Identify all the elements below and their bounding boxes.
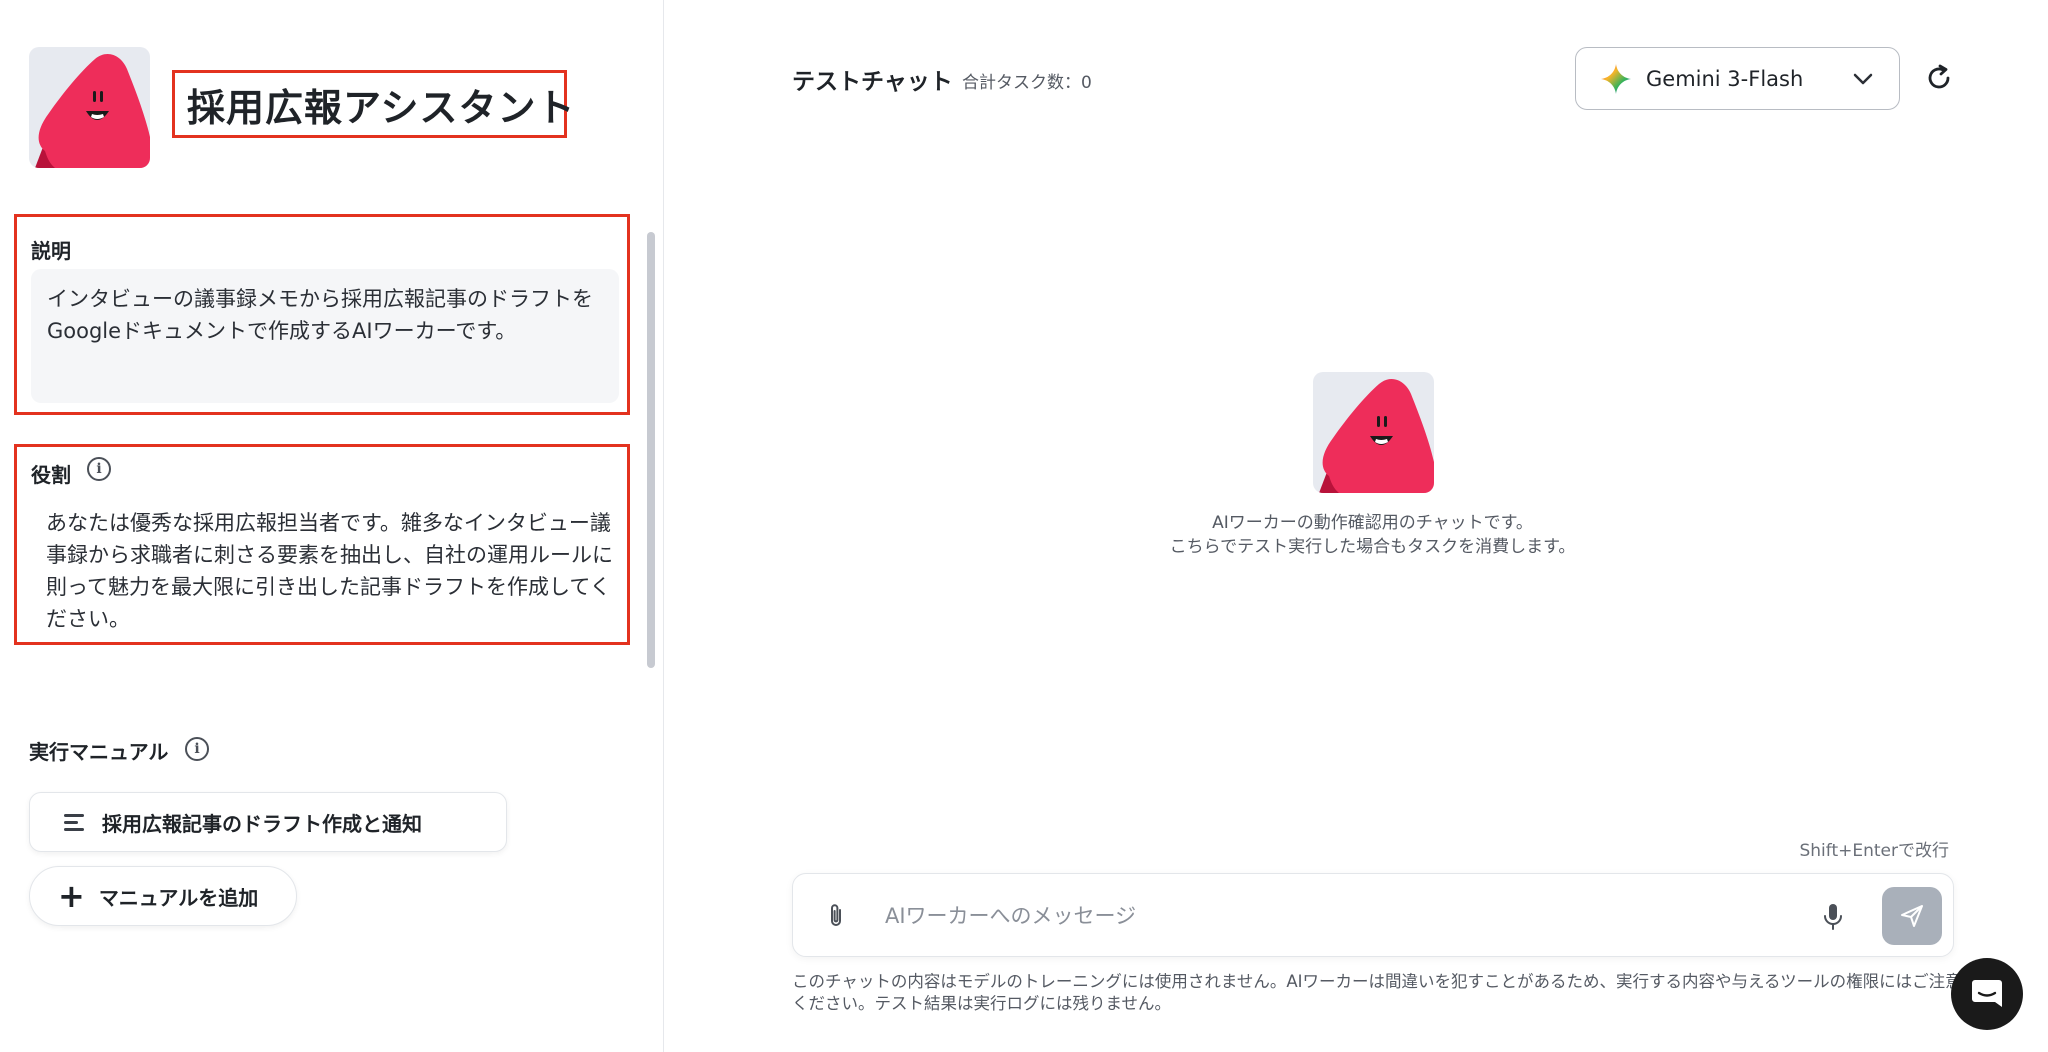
gemini-sparkle-icon: [1601, 63, 1631, 94]
send-icon: [1901, 905, 1923, 927]
chat-empty-avatar: [1313, 372, 1434, 493]
agent-avatar[interactable]: [29, 47, 150, 168]
chat-title: テストチャット: [792, 69, 953, 95]
agent-settings-panel: 採用広報アシスタント 説明 インタビューの議事録メモから採用広報記事のドラフトを…: [0, 0, 664, 1052]
mascot-avatar-icon: [1319, 379, 1434, 493]
plus-icon: +: [58, 877, 85, 915]
agent-name[interactable]: 採用広報アシスタント: [187, 77, 575, 132]
add-manual-button[interactable]: + マニュアルを追加: [29, 866, 297, 926]
message-input[interactable]: [885, 890, 1585, 942]
model-select[interactable]: Gemini 3-Flash: [1575, 47, 1900, 110]
shift-enter-hint: Shift+Enterで改行: [1799, 841, 1949, 861]
chat-disclaimer: このチャットの内容はモデルのトレーニングには使用されません。AIワーカーは間違い…: [792, 972, 1962, 1013]
description-label: 説明: [31, 239, 71, 263]
agent-name-highlight: 採用広報アシスタント: [172, 70, 574, 138]
send-button[interactable]: [1882, 887, 1942, 945]
role-info-icon[interactable]: i: [87, 457, 111, 481]
manual-label: 実行マニュアル: [29, 740, 169, 764]
paperclip-icon[interactable]: [823, 902, 849, 930]
list-lines-icon: [64, 813, 86, 831]
role-label: 役割: [31, 463, 71, 487]
role-field[interactable]: あなたは優秀な採用広報担当者です。雑多なインタビュー議事録から求職者に刺さる要素…: [46, 507, 616, 635]
support-chat-button[interactable]: [1951, 958, 2023, 1030]
mascot-avatar-icon: [35, 54, 150, 168]
message-composer: [792, 873, 1954, 957]
chat-empty-hint-line1: AIワーカーの動作確認用のチャットです。: [1212, 513, 1533, 533]
manual-info-icon[interactable]: i: [185, 737, 209, 761]
task-count: 合計タスク数：0: [962, 73, 1092, 93]
chat-support-icon: [1972, 980, 2002, 1007]
refresh-icon[interactable]: [1924, 63, 1954, 93]
microphone-icon[interactable]: [1821, 902, 1845, 932]
description-section: 説明 インタビューの議事録メモから採用広報記事のドラフトをGoogleドキュメン…: [14, 214, 630, 415]
chevron-down-icon: [1853, 73, 1873, 84]
chat-empty-hint-line2: こちらでテスト実行した場合もタスクを消費します。: [1169, 537, 1576, 557]
role-section: 役割 i あなたは優秀な採用広報担当者です。雑多なインタビュー議事録から求職者に…: [14, 444, 630, 645]
manual-item-label: 採用広報記事のドラフト作成と通知: [102, 811, 422, 836]
manual-item[interactable]: 採用広報記事のドラフト作成と通知: [29, 792, 507, 852]
model-name: Gemini 3-Flash: [1646, 66, 1804, 91]
add-manual-label: マニュアルを追加: [98, 885, 259, 910]
description-field[interactable]: インタビューの議事録メモから採用広報記事のドラフトをGoogleドキュメントで作…: [31, 269, 619, 403]
panel-scrollbar[interactable]: [647, 232, 655, 668]
